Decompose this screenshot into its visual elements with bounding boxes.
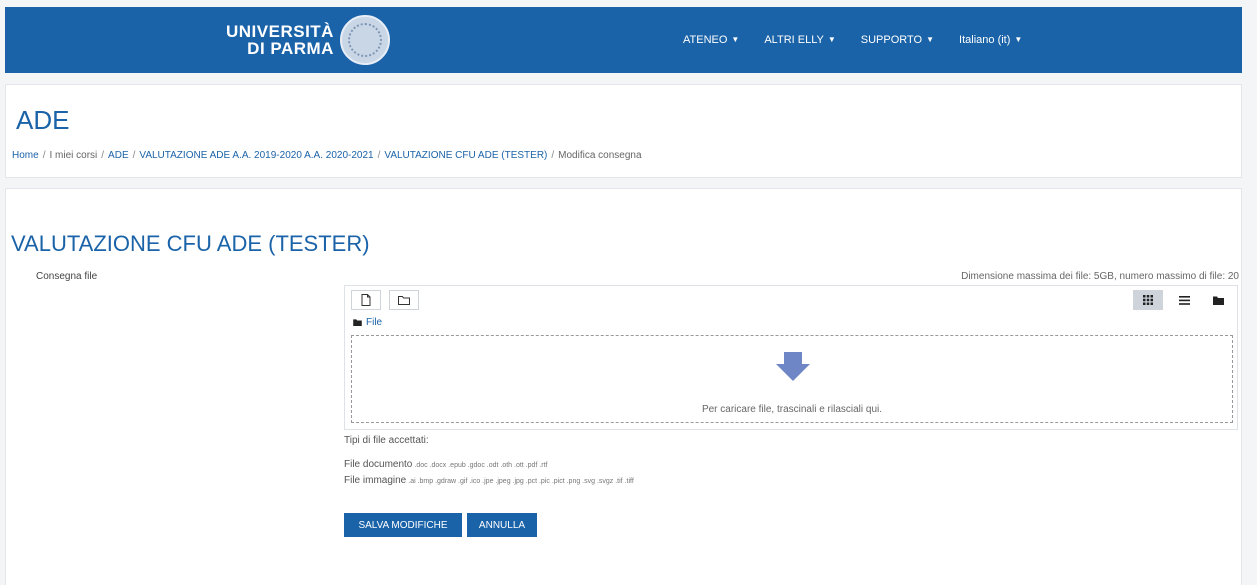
nav-supporto[interactable]: SUPPORTO ▼ [861,34,934,46]
main-nav: ATENEO ▼ ALTRI ELLY ▼ SUPPORTO ▼ Italiano (… [683,7,1022,73]
max-file-info: Dimensione massima dei file: 5GB, numero… [961,271,1239,282]
create-folder-button[interactable] [389,290,419,310]
university-logo[interactable]: UNIVERSITÀ DI PARMA [226,14,390,66]
caret-down-icon: ▼ [1014,35,1023,44]
breadcrumb-current: Modifica consegna [558,150,642,161]
view-tree-button[interactable] [1203,290,1233,310]
caret-down-icon: ▼ [926,35,935,44]
view-icons-button[interactable] [1133,290,1163,310]
file-type-documents: File documento .doc .docx .epub .gdoc .od… [344,459,548,470]
top-navbar: UNIVERSITÀ DI PARMA ATENEO ▼ ALTRI ELLY ▼ … [5,7,1242,73]
drop-zone-text: Per caricare file, trascinali e rilascia… [701,404,883,415]
page-header: ADE Home / I miei corsi / ADE / VALUTAZIONE AD… [5,84,1242,178]
brand-line2: DI PARMA [247,39,334,58]
path-root-label: File [366,317,383,328]
file-manager: File Per caricare file, trascinali e ril… [344,285,1238,430]
assignment-title: VALUTAZIONE CFU ADE (TESTER) [11,231,370,256]
university-seal-icon [339,15,390,65]
file-type-images: File immagine .ai .bmp .gdraw .gif .ico .… [344,475,634,486]
arrow-down-icon [776,352,810,381]
drop-zone[interactable]: Per caricare file, trascinali e rilascia… [351,335,1233,423]
nav-altri-elly[interactable]: ALTRI ELLY ▼ [764,34,835,46]
brand-line1: UNIVERSITÀ [226,22,334,41]
list-icon [1178,295,1190,305]
caret-down-icon: ▼ [827,35,836,44]
grid-icon [1143,295,1153,305]
nav-ateneo[interactable]: ATENEO ▼ [683,34,739,46]
field-label-consegna: Consegna file [36,271,98,282]
folder-outline-icon [398,296,410,305]
breadcrumb-home[interactable]: Home [12,150,39,161]
cancel-button[interactable]: ANNULLA [467,513,537,537]
page-title: ADE [16,105,70,135]
accepted-types-title: Tipi di file accettati: [344,435,429,446]
caret-down-icon: ▼ [731,35,740,44]
view-list-button[interactable] [1169,290,1199,310]
breadcrumb-ade[interactable]: ADE [108,150,129,161]
breadcrumb-valutazione-ade[interactable]: VALUTAZIONE ADE A.A. 2019-2020 A.A. 2020… [139,150,373,161]
breadcrumb: Home / I miei corsi / ADE / VALUTAZIONE ADE A.… [12,150,642,161]
add-file-button[interactable] [351,290,381,310]
file-path[interactable]: File [353,317,382,328]
save-changes-button[interactable]: SALVA MODIFICHE [344,513,462,537]
file-icon [361,294,371,306]
folder-icon [1212,296,1224,305]
main-content: VALUTAZIONE CFU ADE (TESTER) Consegna fi… [5,188,1242,585]
folder-icon [353,319,362,326]
language-menu[interactable]: Italiano (it) ▼ [959,34,1022,46]
file-manager-toolbar [345,286,1237,314]
breadcrumb-valutazione-cfu[interactable]: VALUTAZIONE CFU ADE (TESTER) [384,150,547,161]
breadcrumb-my-courses[interactable]: I miei corsi [49,150,97,161]
